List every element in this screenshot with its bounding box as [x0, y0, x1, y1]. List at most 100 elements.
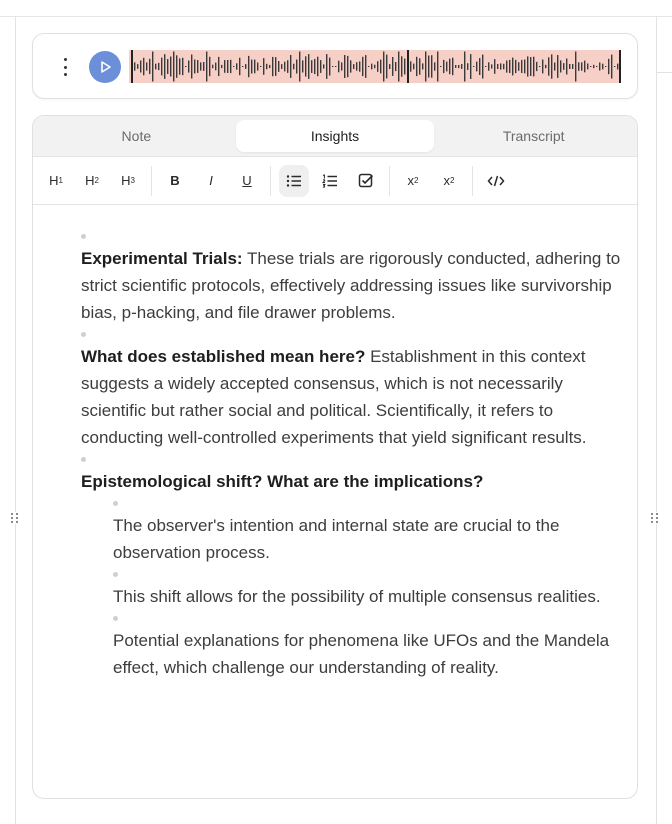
waveform-bar: [275, 57, 277, 76]
waveform-bar: [434, 62, 436, 71]
waveform-bar: [395, 62, 397, 72]
waveform-bar: [233, 66, 235, 67]
waveform-bar: [323, 64, 325, 69]
task-list-button[interactable]: [351, 165, 381, 197]
bullet-list-button[interactable]: [279, 164, 309, 197]
notes-panel: Note Insights Transcript H1 H2 H3 B I U: [32, 115, 638, 799]
toolbar-divider: [389, 165, 390, 196]
waveform-bar: [227, 60, 229, 73]
waveform-bar: [134, 62, 136, 71]
underline-button[interactable]: U: [232, 165, 262, 197]
waveform-bar: [248, 55, 250, 78]
waveform-bar: [326, 54, 328, 79]
waveform-bar: [224, 60, 226, 73]
waveform-bar: [284, 61, 286, 72]
waveform-bar: [599, 62, 601, 71]
bullet-marker: [81, 457, 86, 462]
waveform-bar: [611, 54, 613, 79]
editor-content[interactable]: Experimental Trials: These trials are ri…: [81, 228, 621, 681]
waveform-bar: [515, 59, 517, 74]
waveform-bar: [419, 58, 421, 75]
waveform-bar: [272, 56, 274, 77]
waveform-bar: [581, 62, 583, 71]
superscript-button[interactable]: x2: [434, 165, 464, 197]
waveform-bar: [377, 61, 379, 72]
waveform-bar: [374, 64, 376, 69]
waveform-bar: [431, 55, 433, 78]
waveform-bar: [584, 60, 586, 73]
waveform-bar: [137, 64, 139, 69]
bullet-list-icon: [286, 174, 301, 187]
subscript-button[interactable]: x2: [398, 165, 428, 197]
waveform-bar: [482, 54, 484, 79]
waveform-bar: [239, 57, 241, 76]
toolbar-divider: [472, 165, 473, 196]
right-panel-divider: [656, 72, 672, 73]
code-button[interactable]: [481, 165, 511, 197]
waveform-marker: [619, 50, 621, 83]
waveform-bar: [302, 60, 304, 73]
waveform-bar: [200, 62, 202, 71]
waveform-bar: [266, 63, 268, 70]
waveform-bar: [281, 64, 283, 69]
waveform-bar: [428, 55, 430, 78]
waveform-bar: [338, 60, 340, 73]
waveform-bar: [563, 63, 565, 70]
bullet-marker: [113, 616, 118, 621]
waveform-bar: [521, 59, 523, 73]
tab-transcript[interactable]: Transcript: [434, 120, 633, 152]
bold-button[interactable]: B: [160, 165, 190, 197]
heading-1-button[interactable]: H1: [41, 165, 71, 197]
waveform-bar: [539, 66, 541, 67]
waveform-bar: [329, 57, 331, 76]
waveform-bar: [437, 51, 439, 82]
numbered-list-icon: [322, 173, 337, 188]
waveform-bar: [440, 66, 442, 67]
waveform-bar: [293, 63, 295, 70]
waveform-bar: [191, 54, 193, 79]
item-text: This shift allows for the possibility of…: [113, 587, 601, 606]
waveform-bar: [167, 59, 169, 74]
waveform-bar: [203, 62, 205, 71]
waveform-bar: [386, 54, 388, 79]
play-button[interactable]: [89, 51, 121, 83]
tab-insights[interactable]: Insights: [235, 120, 435, 152]
waveform-bar: [452, 57, 454, 76]
view-tabs: Note Insights Transcript: [33, 116, 637, 157]
list-item: This shift allows for the possibility of…: [113, 572, 621, 610]
waveform-bar: [551, 54, 553, 79]
waveform-bar: [575, 51, 577, 82]
waveform-bar: [383, 51, 385, 82]
waveform-bar: [401, 56, 403, 77]
numbered-list-button[interactable]: [315, 165, 345, 197]
waveform-bar: [491, 64, 493, 69]
left-resize-handle-icon[interactable]: [11, 512, 19, 524]
waveform-bar: [350, 60, 352, 73]
waveform-bar: [458, 65, 460, 69]
waveform-bar: [161, 57, 163, 76]
more-options-icon[interactable]: [59, 58, 71, 76]
waveform-bar: [152, 51, 154, 82]
audio-waveform[interactable]: [129, 50, 621, 83]
waveform-bar: [470, 54, 472, 79]
tab-note[interactable]: Note: [37, 120, 236, 152]
waveform-bar: [149, 58, 151, 75]
waveform-bar: [347, 55, 349, 78]
item-heading: Epistemological shift? What are the impl…: [81, 472, 484, 491]
italic-button[interactable]: I: [196, 165, 226, 197]
waveform-bar: [392, 57, 394, 76]
waveform-bar: [314, 58, 316, 75]
heading-3-button[interactable]: H3: [113, 165, 143, 197]
waveform-bar: [461, 64, 463, 69]
heading-2-button[interactable]: H2: [77, 165, 107, 197]
right-resize-handle-icon[interactable]: [651, 512, 659, 524]
waveform-bar: [311, 60, 313, 73]
item-heading: Experimental Trials:: [81, 249, 243, 268]
waveform-bar: [299, 51, 301, 82]
toolbar-divider: [270, 165, 271, 196]
waveform-bar: [416, 56, 418, 77]
waveform-bar: [320, 60, 322, 73]
top-divider: [0, 16, 672, 17]
waveform-bar: [569, 64, 571, 69]
waveform-bar: [368, 66, 370, 67]
